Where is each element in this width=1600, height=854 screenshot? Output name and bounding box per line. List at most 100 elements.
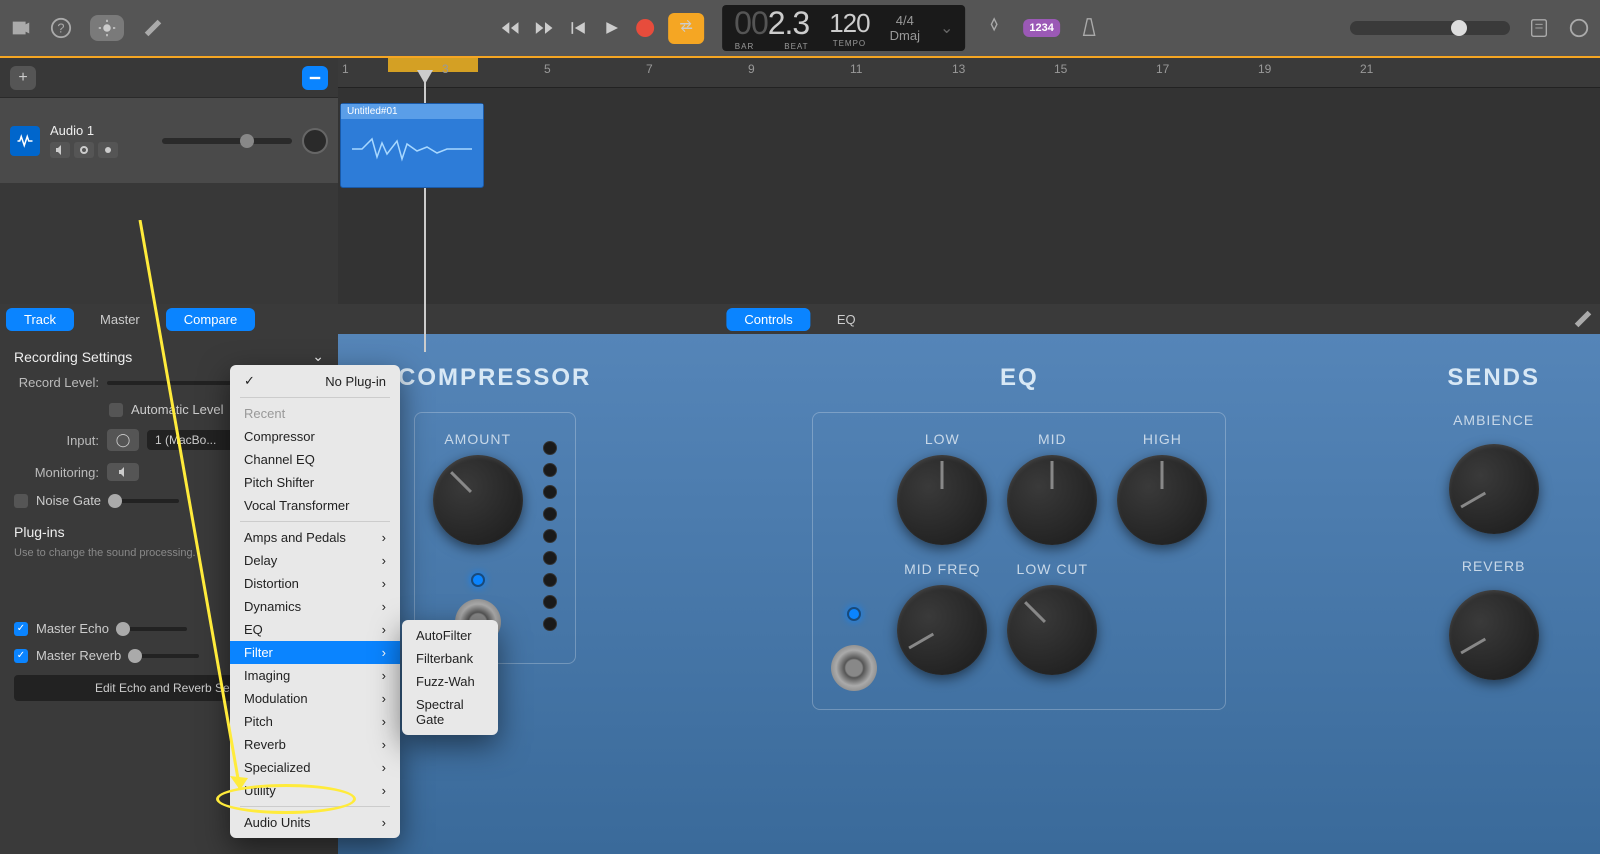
tab-eq[interactable]: EQ xyxy=(819,308,874,331)
edit-smart-controls-icon[interactable] xyxy=(1572,308,1594,330)
eq-mid-freq-knob[interactable] xyxy=(897,585,987,675)
recording-settings-title: Recording Settings xyxy=(14,349,132,365)
eq-switch[interactable] xyxy=(831,645,877,691)
menu-item[interactable]: Reverb xyxy=(230,733,400,756)
menu-item[interactable]: Specialized xyxy=(230,756,400,779)
tracks-area: + Audio 1 1 3 5 7 9 11 1 xyxy=(0,58,1600,304)
menu-item-filter[interactable]: Filter xyxy=(230,641,400,664)
eq-mid-knob[interactable] xyxy=(1007,455,1097,545)
loop-browser-icon[interactable] xyxy=(1568,17,1590,39)
menu-no-plugin[interactable]: No Plug-in xyxy=(230,369,400,393)
cycle-region[interactable] xyxy=(388,58,478,72)
cycle-button[interactable] xyxy=(668,13,704,44)
rewind-button[interactable] xyxy=(500,19,520,37)
menu-recent-header: Recent xyxy=(230,402,400,425)
transport-controls xyxy=(500,13,704,44)
menu-item[interactable]: Dynamics xyxy=(230,595,400,618)
compressor-amount-knob[interactable] xyxy=(433,455,523,545)
edit-icon[interactable] xyxy=(142,17,164,39)
menu-item[interactable]: Channel EQ xyxy=(230,448,400,471)
eq-high-knob[interactable] xyxy=(1117,455,1207,545)
auto-level-checkbox[interactable] xyxy=(109,403,123,417)
menu-item[interactable]: Vocal Transformer xyxy=(230,494,400,517)
go-to-start-button[interactable] xyxy=(568,19,588,37)
compressor-meter xyxy=(543,441,557,645)
menu-audio-units[interactable]: Audio Units xyxy=(230,811,400,834)
menu-item[interactable]: Pitch xyxy=(230,710,400,733)
master-echo-slider[interactable] xyxy=(117,627,187,631)
forward-button[interactable] xyxy=(534,19,554,37)
submenu-item[interactable]: Fuzz-Wah xyxy=(402,670,498,693)
monitoring-button[interactable] xyxy=(107,463,139,481)
menu-item[interactable]: EQ xyxy=(230,618,400,641)
solo-button[interactable] xyxy=(74,142,94,158)
tab-master[interactable]: Master xyxy=(82,308,158,331)
audio-region[interactable]: Untitled#01 xyxy=(340,103,484,188)
master-echo-checkbox[interactable] xyxy=(14,622,28,636)
main-toolbar: ? 002.3 BARBEAT 120 TEMPO 4/4 Dmaj xyxy=(0,0,1600,58)
track-type-icon xyxy=(10,126,40,156)
lcd-key[interactable]: Dmaj xyxy=(890,28,920,43)
count-in-badge[interactable]: 1234 xyxy=(1023,19,1059,37)
library-icon[interactable] xyxy=(10,17,32,39)
tuner-icon[interactable] xyxy=(983,17,1005,39)
noise-gate-checkbox[interactable] xyxy=(14,494,28,508)
lcd-signature[interactable]: 4/4 xyxy=(896,13,914,28)
lcd-bars-dim: 00 xyxy=(734,5,768,41)
menu-item[interactable]: Distortion xyxy=(230,572,400,595)
master-volume-slider[interactable] xyxy=(1350,21,1510,35)
menu-item[interactable]: Utility xyxy=(230,779,400,802)
submenu-item[interactable]: Spectral Gate xyxy=(402,693,498,731)
tab-track[interactable]: Track xyxy=(6,308,74,331)
filter-submenu: AutoFilter Filterbank Fuzz-Wah Spectral … xyxy=(402,620,498,735)
eq-led xyxy=(847,607,861,621)
eq-title: EQ xyxy=(1000,364,1039,392)
help-icon[interactable]: ? xyxy=(50,17,72,39)
reverb-knob[interactable] xyxy=(1449,590,1539,680)
compressor-led xyxy=(471,573,485,587)
record-button[interactable] xyxy=(636,19,654,37)
chevron-down-icon[interactable]: ⌄ xyxy=(312,348,324,365)
controls-panel: COMPRESSOR AMOUNT EQ xyxy=(338,334,1600,854)
play-button[interactable] xyxy=(602,19,622,37)
lcd-display[interactable]: 002.3 BARBEAT 120 TEMPO 4/4 Dmaj ⌄ xyxy=(722,5,965,51)
menu-item[interactable]: Modulation xyxy=(230,687,400,710)
timeline[interactable]: 1 3 5 7 9 11 13 15 17 19 21 Untitled#01 xyxy=(338,58,1600,304)
track-volume-slider[interactable] xyxy=(162,138,292,144)
eq-low-knob[interactable] xyxy=(897,455,987,545)
eq-low-cut-knob[interactable] xyxy=(1007,585,1097,675)
mute-button[interactable] xyxy=(50,142,70,158)
region-view-button[interactable] xyxy=(302,66,328,90)
region-name: Untitled#01 xyxy=(341,104,483,119)
ruler[interactable]: 1 3 5 7 9 11 13 15 17 19 21 xyxy=(338,58,1600,88)
notepad-icon[interactable] xyxy=(1528,17,1550,39)
tab-controls[interactable]: Controls xyxy=(726,308,810,331)
track-row[interactable]: Audio 1 xyxy=(0,98,338,183)
input-monitor-button[interactable] xyxy=(98,142,118,158)
noise-gate-slider[interactable] xyxy=(109,499,179,503)
add-track-button[interactable]: + xyxy=(10,66,36,90)
compressor-title: COMPRESSOR xyxy=(398,364,591,392)
menu-item[interactable]: Amps and Pedals xyxy=(230,526,400,549)
master-reverb-slider[interactable] xyxy=(129,654,199,658)
input-mode-button[interactable]: ◯ xyxy=(107,429,139,451)
master-reverb-checkbox[interactable] xyxy=(14,649,28,663)
ambience-knob[interactable] xyxy=(1449,444,1539,534)
menu-item[interactable]: Delay xyxy=(230,549,400,572)
menu-item[interactable]: Pitch Shifter xyxy=(230,471,400,494)
tab-compare[interactable]: Compare xyxy=(166,308,255,331)
submenu-item[interactable]: AutoFilter xyxy=(402,624,498,647)
sends-title: SENDS xyxy=(1447,364,1540,392)
view-mode-button[interactable] xyxy=(90,15,124,41)
waveform-icon xyxy=(341,119,483,179)
track-name: Audio 1 xyxy=(50,123,152,138)
menu-item[interactable]: Compressor xyxy=(230,425,400,448)
menu-item[interactable]: Imaging xyxy=(230,664,400,687)
submenu-item[interactable]: Filterbank xyxy=(402,647,498,670)
lcd-position: 2.3 xyxy=(768,5,809,41)
metronome-icon[interactable] xyxy=(1078,17,1100,39)
plugin-context-menu: No Plug-in Recent Compressor Channel EQ … xyxy=(230,365,400,838)
lcd-tempo[interactable]: 120 xyxy=(829,8,869,39)
tracks-sidebar: + Audio 1 xyxy=(0,58,338,304)
track-pan-knob[interactable] xyxy=(302,128,328,154)
